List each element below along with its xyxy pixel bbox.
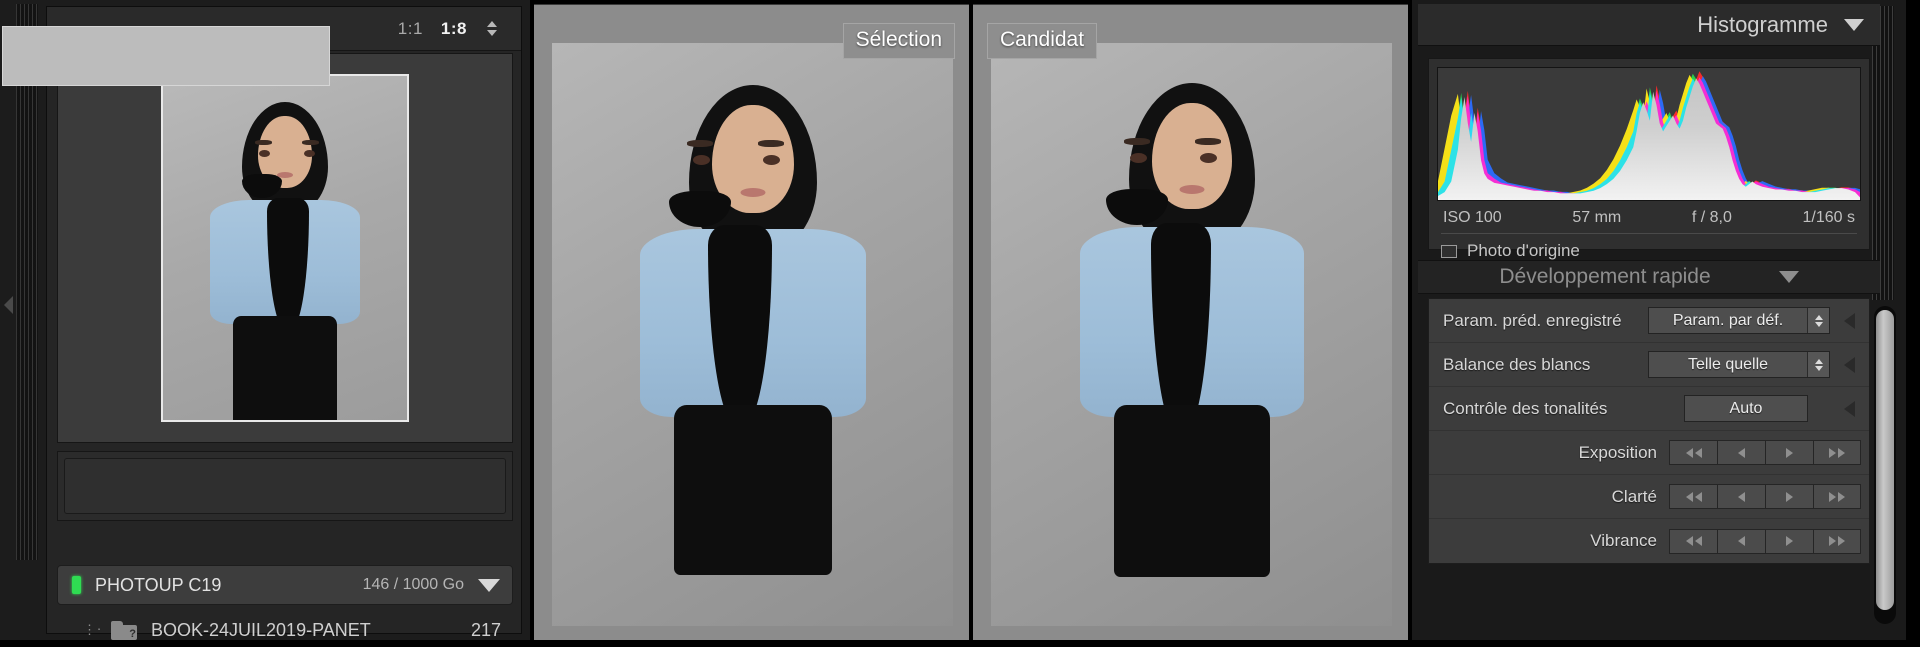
window-right-rail xyxy=(1906,0,1920,640)
saved-preset-reset-triangle-icon[interactable] xyxy=(1844,312,1855,329)
qd-label-exposure: Exposition xyxy=(1578,442,1657,462)
catalog-folder-row[interactable]: ⋮⋅ ? BOOK-24JUIL2019-PANET 217 xyxy=(57,613,513,647)
vibrance-increase-large-button[interactable] xyxy=(1813,528,1861,554)
clarity-increase-button[interactable] xyxy=(1765,484,1813,509)
folder-photo-count: 217 xyxy=(470,619,501,640)
white-balance-select[interactable]: Telle quelle xyxy=(1648,351,1830,378)
volume-status-led-icon xyxy=(72,576,81,594)
exif-focal-length: 57 mm xyxy=(1572,209,1622,226)
white-balance-stepper-icon[interactable] xyxy=(1807,352,1829,377)
histogram-chart[interactable] xyxy=(1437,67,1861,201)
qd-row-clarity: Clarté xyxy=(1429,475,1869,519)
quick-develop-collapse-triangle-icon[interactable] xyxy=(1778,271,1799,283)
qd-label-tone-control: Contrôle des tonalités xyxy=(1443,398,1608,418)
histogram-title: Histogramme xyxy=(1697,11,1828,37)
volume-space: 146 / 1000 Go xyxy=(362,576,464,593)
histogram-header[interactable]: Histogramme xyxy=(1418,4,1880,46)
qd-row-white-balance: Balance des blancs Telle quelle xyxy=(1429,343,1869,387)
histogram-exif-row: ISO 100 57 mm f / 8,0 1/160 s xyxy=(1437,201,1861,227)
qd-label-clarity: Clarté xyxy=(1611,486,1657,506)
original-photo-toggle[interactable]: Photo d'origine xyxy=(1437,234,1861,261)
grey-overlay-box xyxy=(2,26,330,86)
saved-preset-select[interactable]: Param. par déf. xyxy=(1648,307,1830,334)
lightroom-window: 1:1 1:8 PHOTOUP C19 146 / 1000 Go ⋮⋅ ? B… xyxy=(0,0,1920,640)
right-panel-content: Histogramme ISO 100 57 mm f / 8,0 1/160 … xyxy=(1418,4,1880,636)
exposure-increase-large-button[interactable] xyxy=(1813,440,1861,465)
folder-name: BOOK-24JUIL2019-PANET xyxy=(151,619,371,640)
tone-control-reset-triangle-icon[interactable] xyxy=(1844,400,1855,417)
exposure-increase-button[interactable] xyxy=(1765,440,1813,465)
white-balance-value: Telle quelle xyxy=(1687,355,1769,373)
compare-candidate-badge: Candidat xyxy=(987,23,1098,59)
histogram-collapse-triangle-icon[interactable] xyxy=(1844,18,1864,31)
vibrance-increase-button[interactable] xyxy=(1765,528,1813,554)
left-panel: 1:1 1:8 PHOTOUP C19 146 / 1000 Go ⋮⋅ ? B… xyxy=(0,0,530,640)
qd-label-vibrance: Vibrance xyxy=(1590,531,1657,550)
exif-aperture: f / 8,0 xyxy=(1691,209,1732,226)
navigator-panel: 1:1 1:8 PHOTOUP C19 146 / 1000 Go ⋮⋅ ? B… xyxy=(46,6,522,640)
filmstrip-placeholder[interactable] xyxy=(57,451,513,521)
zoom-stepper-icon[interactable] xyxy=(485,18,499,40)
exif-shutter-speed: 1/160 s xyxy=(1802,209,1855,226)
portrait-figure xyxy=(163,76,407,420)
quick-develop-body: Param. préd. enregistré Param. par déf. … xyxy=(1428,298,1870,564)
volume-disclosure-triangle-icon[interactable] xyxy=(478,578,500,592)
qd-row-tone-control: Contrôle des tonalités Auto xyxy=(1429,387,1869,431)
original-photo-checkbox[interactable] xyxy=(1441,244,1457,258)
left-panel-collapse-arrow-icon[interactable] xyxy=(4,296,13,314)
saved-preset-value: Param. par déf. xyxy=(1672,311,1784,329)
compare-select-image[interactable] xyxy=(552,43,953,626)
vibrance-steppers[interactable] xyxy=(1669,528,1861,554)
compare-select-badge: Sélection xyxy=(842,23,955,59)
portrait-figure xyxy=(552,43,953,626)
navigator-preview[interactable] xyxy=(57,53,513,443)
navigator-thumbnail[interactable] xyxy=(161,74,409,422)
clarity-decrease-button[interactable] xyxy=(1717,484,1765,509)
catalog-volume-row[interactable]: PHOTOUP C19 146 / 1000 Go xyxy=(57,565,513,605)
qd-label-saved-preset: Param. préd. enregistré xyxy=(1443,310,1622,330)
exposure-decrease-button[interactable] xyxy=(1717,440,1765,465)
right-panel: Histogramme ISO 100 57 mm f / 8,0 1/160 … xyxy=(1412,0,1920,640)
qd-label-white-balance: Balance des blancs xyxy=(1443,354,1591,374)
original-photo-label: Photo d'origine xyxy=(1467,241,1580,260)
qd-row-exposure: Exposition xyxy=(1429,431,1869,475)
exif-iso: ISO 100 xyxy=(1443,209,1502,226)
exposure-decrease-large-button[interactable] xyxy=(1669,440,1717,465)
vibrance-decrease-large-button[interactable] xyxy=(1669,528,1717,554)
white-balance-reset-triangle-icon[interactable] xyxy=(1844,356,1855,373)
qd-row-saved-preset: Param. préd. enregistré Param. par déf. xyxy=(1429,299,1869,343)
quick-develop-header[interactable]: Développement rapide xyxy=(1418,260,1880,294)
compare-view: Sélection Candidat xyxy=(534,0,1408,640)
zoom-level-1-1[interactable]: 1:1 xyxy=(398,19,423,39)
clarity-decrease-large-button[interactable] xyxy=(1669,484,1717,509)
quick-develop-title: Développement rapide xyxy=(1499,265,1711,288)
filmstrip-inner xyxy=(64,458,506,514)
folder-question-icon: ? xyxy=(111,620,137,640)
compare-candidate-pane[interactable]: Candidat xyxy=(973,4,1408,640)
saved-preset-stepper-icon[interactable] xyxy=(1807,308,1829,333)
folder-drag-dots-icon: ⋮⋅ xyxy=(83,622,103,637)
exposure-steppers[interactable] xyxy=(1669,440,1861,465)
qd-row-vibrance: Vibrance xyxy=(1429,519,1869,563)
compare-select-pane[interactable]: Sélection xyxy=(534,4,969,640)
tone-control-auto-button[interactable]: Auto xyxy=(1684,395,1808,422)
clarity-increase-large-button[interactable] xyxy=(1813,484,1861,509)
volume-name: PHOTOUP C19 xyxy=(95,574,222,595)
left-panel-drag-handle[interactable] xyxy=(16,4,38,560)
histogram-panel: ISO 100 57 mm f / 8,0 1/160 s Photo d'or… xyxy=(1428,58,1870,260)
portrait-figure xyxy=(991,43,1392,626)
clarity-steppers[interactable] xyxy=(1669,484,1861,509)
vibrance-decrease-button[interactable] xyxy=(1717,528,1765,554)
compare-candidate-image[interactable] xyxy=(991,43,1392,626)
zoom-level-1-8[interactable]: 1:8 xyxy=(441,19,467,39)
